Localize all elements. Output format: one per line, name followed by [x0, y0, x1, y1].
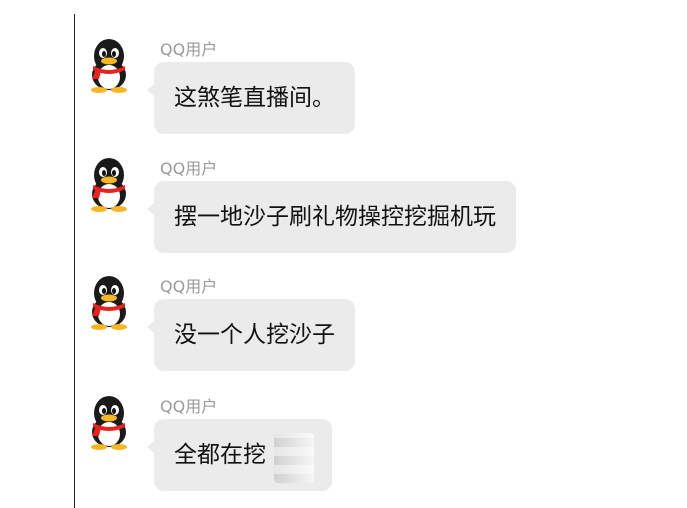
left-divider-line [74, 14, 75, 508]
message-bubble[interactable]: 没一个人挖沙子 [147, 299, 355, 371]
message-bubble[interactable]: 全都在挖 [147, 419, 332, 491]
sender-name: QQ用户 [160, 40, 218, 59]
sender-name: QQ用户 [160, 277, 218, 296]
sender-name: QQ用户 [160, 159, 218, 178]
qq-penguin-icon [91, 396, 127, 450]
redacted-blur [274, 433, 314, 483]
qq-penguin-icon [91, 276, 127, 330]
message-text: 全都在挖 [174, 442, 266, 468]
qq-penguin-icon [91, 39, 127, 93]
avatar[interactable] [82, 154, 136, 212]
sender-name: QQ用户 [160, 397, 218, 416]
avatar[interactable] [82, 272, 136, 330]
qq-penguin-icon [91, 158, 127, 212]
avatar[interactable] [82, 392, 136, 450]
message-bubble[interactable]: 摆一地沙子刷礼物操控挖掘机玩 [147, 181, 516, 253]
avatar[interactable] [82, 35, 136, 93]
message-bubble[interactable]: 这煞笔直播间。 [147, 62, 355, 134]
